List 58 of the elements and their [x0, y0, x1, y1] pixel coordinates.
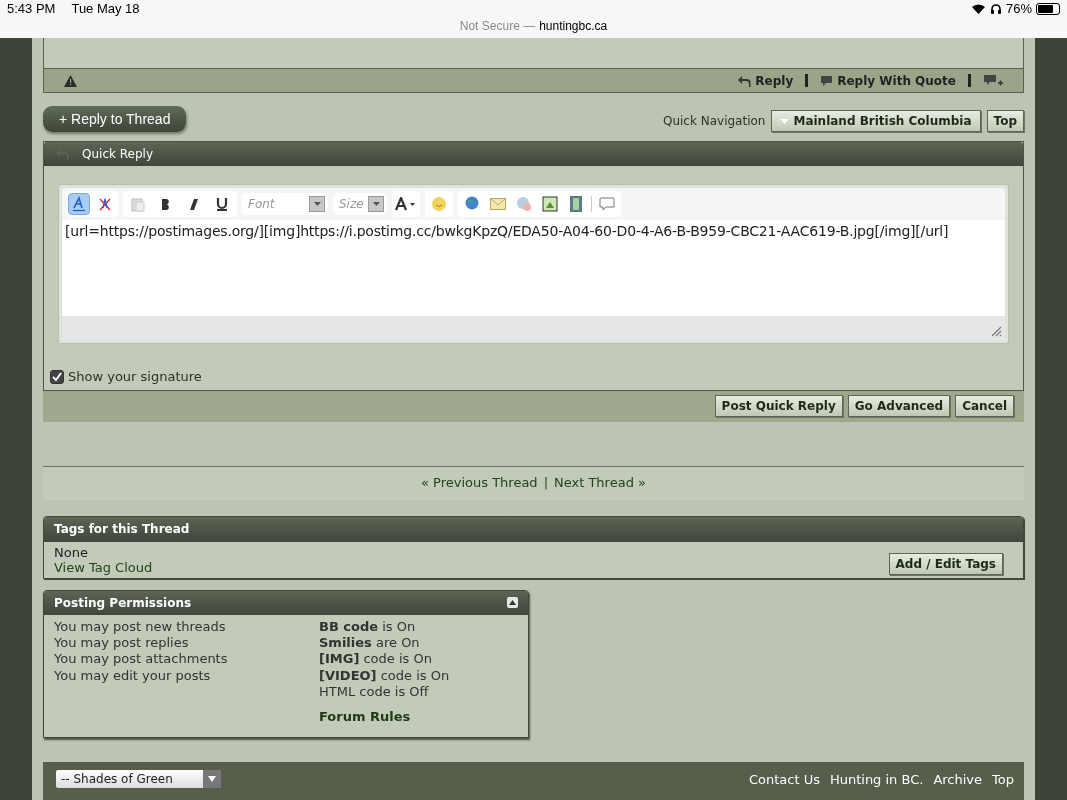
message-field[interactable]: [url=https://postimages.org/][img]https://i.postimg.cc/bwkgKpzQ/EDA50-A04-60-D0-4-A6-B-B959-CBC21-AAC619-B.jpg[/img][/url]	[62, 220, 1005, 316]
setting-text: [IMG] code is On	[319, 651, 433, 668]
go-advanced-button[interactable]: Go Advanced	[847, 395, 951, 417]
permission-text: You may post new threads	[54, 618, 227, 635]
quick-navigation-label: Quick Navigation	[662, 113, 766, 130]
check-icon	[52, 371, 62, 382]
forum-rules-link[interactable]: Forum Rules	[319, 708, 450, 725]
setting-text: HTML code is Off	[319, 684, 430, 701]
footer-link[interactable]: Contact Us	[748, 769, 820, 790]
resize-handle-icon[interactable]	[991, 326, 1002, 337]
permission-text: You may post replies	[54, 634, 190, 652]
caret-icon	[780, 118, 790, 124]
signature-checkbox[interactable]	[50, 369, 64, 384]
reply-link[interactable]: Reply	[738, 71, 794, 90]
caret-icon	[368, 196, 384, 212]
wifi-icon	[970, 3, 986, 15]
footer-link[interactable]: Top	[992, 769, 1014, 790]
status-time: 5:43 PM	[7, 1, 56, 17]
style-select[interactable]: -- Shades of Green	[56, 770, 221, 789]
status-date: Tue May 18	[71, 1, 140, 17]
permission-text: You may post attachments	[54, 651, 229, 668]
edit-tags-button[interactable]: Add / Edit Tags	[888, 552, 1003, 575]
caret-icon	[203, 770, 221, 789]
tags-value: None	[54, 544, 89, 560]
setting-text: Smilies are On	[319, 634, 421, 652]
previous-thread-link[interactable]: « Previous Thread	[421, 473, 538, 493]
panel-title: Posting Permissions	[54, 594, 192, 612]
top-button[interactable]: Top	[986, 110, 1024, 132]
image-icon[interactable]	[539, 193, 561, 215]
tag-cloud-link[interactable]: View Tag Cloud	[54, 559, 153, 575]
warning-icon[interactable]	[64, 74, 77, 87]
panel-title: Tags for this Thread	[54, 521, 190, 538]
footer-link[interactable]: Hunting in BC.	[829, 769, 924, 790]
headphones-icon	[989, 3, 1002, 15]
reply-arrow-icon	[56, 148, 70, 160]
reply-arrow-icon	[738, 74, 752, 87]
checkbox-label: Show your signature	[68, 368, 202, 386]
battery-icon	[1036, 3, 1060, 15]
collapse-icon[interactable]	[507, 597, 518, 608]
setting-text: [VIDEO] code is On	[319, 667, 450, 685]
text-mode-icon[interactable]	[68, 193, 90, 215]
post-quick-reply-button[interactable]: Post Quick Reply	[714, 395, 843, 417]
cancel-button[interactable]: Cancel	[955, 395, 1014, 417]
reply-with-quote-link[interactable]: Reply With Quote	[820, 71, 956, 90]
url-domain[interactable]: huntingbc.ca	[539, 19, 608, 33]
footer-link[interactable]: Archive	[933, 769, 983, 790]
separator-text: |	[543, 474, 548, 493]
setting-text: BB code is On	[319, 618, 417, 635]
forum-dropdown[interactable]: Mainland British Columbia	[771, 110, 981, 132]
panel-title: Quick Reply	[82, 146, 153, 163]
speech-bubble-icon	[820, 74, 834, 87]
reply-to-thread-button[interactable]: + Reply to Thread	[43, 106, 187, 132]
caret-icon	[309, 196, 325, 212]
battery-percent: 76%	[1005, 1, 1032, 17]
multi-quote-icon[interactable]	[983, 73, 1003, 88]
next-thread-link[interactable]: Next Thread »	[554, 473, 646, 493]
security-label: Not Secure —	[459, 19, 536, 33]
permission-text: You may edit your posts	[54, 667, 212, 685]
